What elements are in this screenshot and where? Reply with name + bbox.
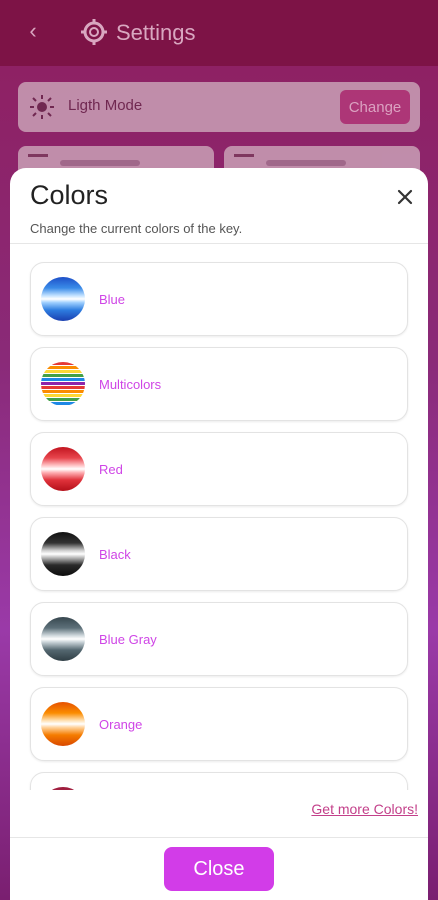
mode-card: Ligth Mode Change [18, 82, 420, 132]
multicolor-swatch-icon [41, 362, 85, 406]
blue-swatch-icon [41, 277, 85, 321]
color-option-label: Blue [99, 292, 126, 307]
color-option-label: Multicolors [99, 377, 162, 392]
color-option-multicolors[interactable]: Multicolors [30, 347, 408, 421]
get-more-colors-link[interactable]: Get more Colors! [311, 801, 418, 817]
close-icon[interactable] [394, 186, 416, 208]
color-option-red[interactable]: Red [30, 432, 408, 506]
modal-title: Colors [30, 180, 109, 210]
change-mode-button[interactable]: Change [340, 90, 410, 124]
color-list[interactable]: Blue Multicolors Red Black Blue Gray Ora… [10, 244, 428, 790]
red-swatch-icon [41, 447, 85, 491]
color-option-blue-gray[interactable]: Blue Gray [30, 602, 408, 676]
orange-swatch-icon [41, 702, 85, 746]
blue-gray-swatch-icon [41, 617, 85, 661]
color-option-partial[interactable] [30, 772, 408, 790]
color-option-label: Orange [99, 717, 143, 732]
color-option-orange[interactable]: Orange [30, 687, 408, 761]
settings-card-icon [234, 154, 254, 168]
sliders-icon [28, 154, 48, 168]
color-option-black[interactable]: Black [30, 517, 408, 591]
color-option-label: Red [99, 462, 123, 477]
card-text-placeholder [60, 160, 140, 166]
partial-swatch-icon [41, 787, 85, 790]
card-text-placeholder [266, 160, 346, 166]
gear-icon [80, 18, 108, 46]
settings-header: ‹ Settings [0, 0, 438, 66]
modal-subtitle: Change the current colors of the key. [30, 221, 243, 236]
sun-icon [30, 95, 54, 119]
black-swatch-icon [41, 532, 85, 576]
divider [10, 837, 428, 838]
color-option-label: Black [99, 547, 131, 562]
page-title: Settings [116, 20, 196, 45]
mode-label: Ligth Mode [68, 97, 143, 114]
color-option-blue[interactable]: Blue [30, 262, 408, 336]
close-button[interactable]: Close [164, 847, 274, 891]
back-arrow-icon[interactable]: ‹ [22, 20, 44, 42]
color-option-label: Blue Gray [99, 632, 157, 647]
colors-modal: Colors Change the current colors of the … [10, 168, 428, 900]
